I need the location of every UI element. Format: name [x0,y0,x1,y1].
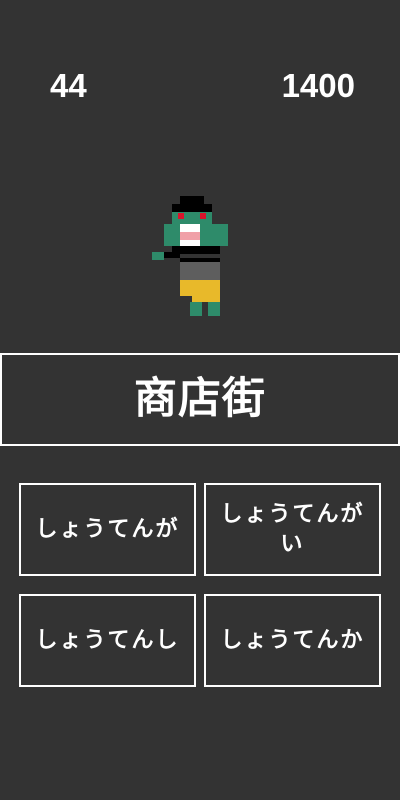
answer-choice-1[interactable]: しょうてんが [19,483,196,576]
score-counter: 1400 [281,67,355,104]
answer-choice-label: しょうてんがい [220,501,365,557]
answer-choice-4[interactable]: しょうてんか [204,594,381,687]
zombie-sprite-icon [152,196,232,316]
answer-choice-label: しょうてんし [35,627,180,653]
question-word: 商店街 [134,374,266,424]
question-word-panel: 商店街 [0,353,400,446]
stage-counter: 44 [50,67,87,104]
answer-choice-2[interactable]: しょうてんがい [204,483,381,576]
answer-choice-3[interactable]: しょうてんし [19,594,196,687]
answer-choice-label: しょうてんが [35,516,180,542]
answer-choice-label: しょうてんか [220,627,365,653]
